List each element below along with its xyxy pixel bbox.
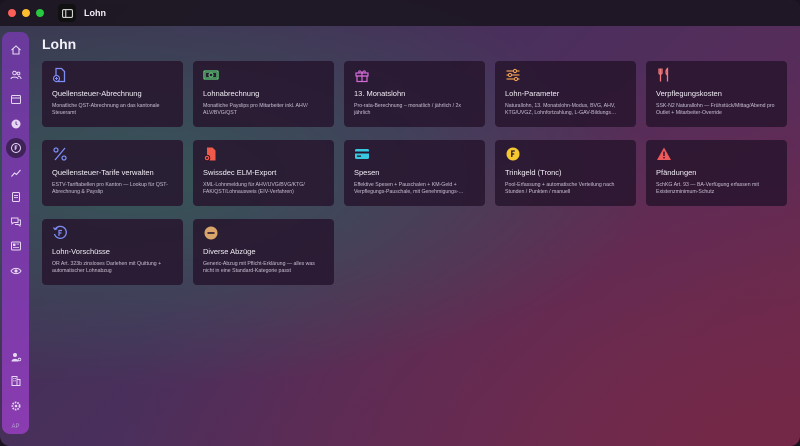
sidebar-item-documents[interactable]: [6, 187, 26, 207]
document-icon: [11, 192, 20, 202]
card-title: Lohn-Parameter: [505, 89, 560, 98]
sidebar-item-payroll[interactable]: [5, 138, 26, 158]
minus-circle-icon: [204, 226, 218, 240]
title-bar: Lohn: [0, 0, 800, 26]
coin-icon: [506, 147, 520, 161]
document-plus-icon: [52, 67, 66, 83]
advance-icon: [53, 225, 67, 240]
card-trinkgeld-tronc[interactable]: Trinkgeld (Tronc) Pool-Erfassung + autom…: [495, 140, 636, 206]
card-lohn-vorschuesse[interactable]: Lohn-Vorschüsse OR Art. 323b zinsloses D…: [42, 219, 183, 285]
card-lohnabrechnung[interactable]: Lohnabrechnung Monatliche Payslips pro M…: [193, 61, 334, 127]
sidebar-item-calendar[interactable]: [6, 89, 26, 109]
minimize-window-button[interactable]: [22, 9, 30, 17]
sidebar-item-reports[interactable]: [6, 163, 26, 183]
sidebar-item-company[interactable]: [6, 371, 26, 391]
gift-icon: [355, 70, 369, 83]
card-description: Pro-rata-Berechnung – monatlich / jährli…: [354, 103, 461, 117]
card-description: XML-Lohnmeldung für AHV/UVG/BVG/KTG/ FAK…: [203, 182, 305, 196]
close-window-button[interactable]: [8, 9, 16, 17]
card-title: Lohn-Vorschüsse: [52, 247, 110, 256]
eye-icon: [9, 267, 22, 274]
sidebar: AP: [2, 32, 29, 434]
percent-icon: [53, 147, 67, 161]
sidebar-item-news[interactable]: [6, 236, 26, 256]
sidebar-item-user-admin[interactable]: [6, 347, 26, 367]
window-controls: [8, 9, 44, 17]
card-description: ESTV-Tariftabellen pro Kanton — Lookup f…: [52, 182, 168, 196]
card-description: Effektive Spesen + Pauschalen + KM-Geld …: [354, 182, 464, 196]
card-verpflegungskosten[interactable]: Verpflegungskosten SSK-N2 Naturallohn — …: [646, 61, 787, 127]
chart-icon: [10, 169, 21, 177]
clock-icon: [11, 119, 20, 128]
gear-icon: [11, 401, 20, 410]
sliders-icon: [506, 68, 520, 82]
card-icon: [355, 149, 369, 159]
card-title: Verpflegungskosten: [656, 89, 722, 98]
card-diverse-abzuege[interactable]: Diverse Abzüge Generic-Abzug mit Pflicht…: [193, 219, 334, 285]
card-quellensteuer-abrechnung[interactable]: Quellensteuer-Abrechnung Monatliche QST-…: [42, 61, 183, 127]
card-description: Naturallohn, 13. Monatslohn-Modus, BVG, …: [505, 103, 617, 117]
card-title: Lohnabrechnung: [203, 89, 260, 98]
card-description: Monatliche QST-Abrechnung an das kantona…: [52, 103, 160, 117]
calendar-icon: [10, 95, 21, 104]
card-description: SSK-N2 Naturallohn — Frühstück/Mittag/Ab…: [656, 103, 775, 117]
app-window: Lohn AP Lohn Quellensteuer-Abrechnung Mo…: [0, 0, 800, 446]
card-title: Spesen: [354, 168, 380, 177]
fork-knife-icon: [658, 67, 669, 82]
card-title: 13. Monatslohn: [354, 89, 406, 98]
card-description: OR Art. 323b zinsloses Darlehen mit Quit…: [52, 261, 162, 275]
user-settings-icon: [11, 352, 21, 361]
users-icon: [10, 70, 21, 79]
chat-icon: [10, 217, 21, 227]
sidebar-bottom: AP: [6, 347, 26, 435]
card-pfaendungen[interactable]: Pfändungen SchKG Art. 93 — BA-Verfügung …: [646, 140, 787, 206]
warning-icon: [657, 147, 671, 160]
sidebar-item-visibility[interactable]: [6, 261, 26, 281]
card-title: Diverse Abzüge: [203, 247, 256, 256]
export-file-icon: [203, 147, 216, 162]
sidebar-item-home[interactable]: [6, 40, 26, 60]
card-title: Swissdec ELM-Export: [203, 168, 277, 177]
card-title: Trinkgeld (Tronc): [505, 168, 562, 177]
window-title: Lohn: [84, 8, 106, 18]
card-lohn-parameter[interactable]: Lohn-Parameter Naturallohn, 13. Monatslo…: [495, 61, 636, 127]
sidebar-toggle-icon[interactable]: [58, 4, 76, 22]
card-swissdec-elm-export[interactable]: Swissdec ELM-Export XML-Lohnmeldung für …: [193, 140, 334, 206]
maximize-window-button[interactable]: [36, 9, 44, 17]
card-title: Pfändungen: [656, 168, 697, 177]
card-description: SchKG Art. 93 — BA-Verfügung erfassen mi…: [656, 182, 759, 196]
card-description: Generic-Abzug mit Pflicht-Erklärung — al…: [203, 261, 315, 275]
sidebar-item-settings[interactable]: [6, 396, 26, 416]
building-icon: [11, 376, 20, 386]
card-title: Quellensteuer-Abrechnung: [52, 89, 142, 98]
card-13-monatslohn[interactable]: 13. Monatslohn Pro-rata-Berechnung – mon…: [344, 61, 485, 127]
payroll-icon: [10, 143, 21, 153]
sidebar-item-users[interactable]: [6, 65, 26, 85]
card-quellensteuer-tarife[interactable]: Quellensteuer-Tarife verwalten ESTV-Tari…: [42, 140, 183, 206]
user-initials[interactable]: AP: [11, 424, 19, 430]
sidebar-item-time[interactable]: [6, 114, 26, 134]
page-title: Lohn: [42, 36, 77, 52]
sidebar-item-messages[interactable]: [6, 212, 26, 232]
card-description: Monatliche Payslips pro Mitarbeiter inkl…: [203, 103, 308, 117]
card-title: Quellensteuer-Tarife verwalten: [52, 168, 154, 177]
banknote-icon: [203, 70, 219, 80]
card-description: Pool-Erfassung + automatische Verteilung…: [505, 182, 615, 196]
card-spesen[interactable]: Spesen Effektive Spesen + Pauschalen + K…: [344, 140, 485, 206]
home-icon: [10, 45, 21, 55]
news-icon: [10, 241, 21, 251]
